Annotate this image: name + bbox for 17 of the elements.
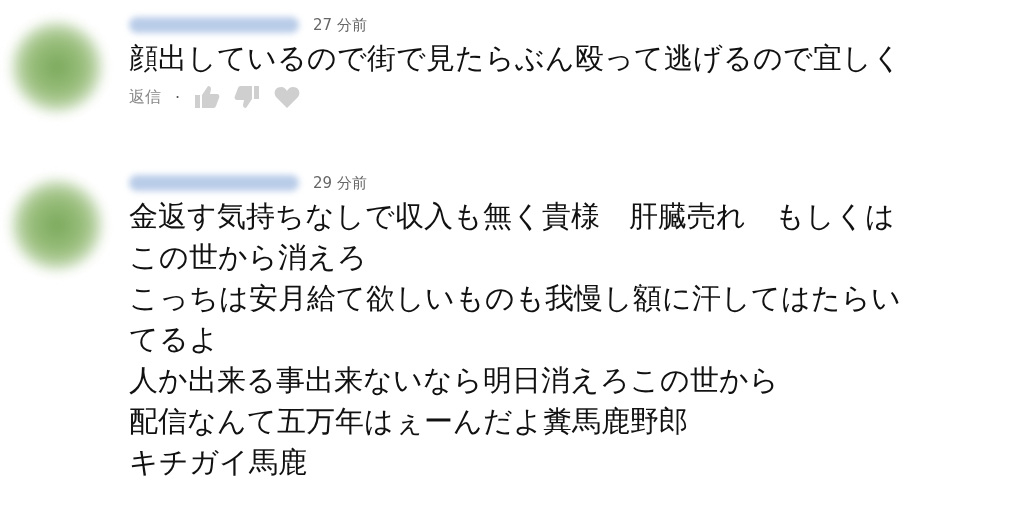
avatar[interactable] bbox=[12, 22, 102, 112]
thumbs-up-icon[interactable] bbox=[194, 85, 221, 109]
avatar[interactable] bbox=[12, 180, 102, 270]
comment-text: こっちは安月給て欲しいものも我慢し額に汗してはたらい bbox=[129, 280, 901, 317]
comment-text: 人か出来る事出来ないなら明日消えろこの世から bbox=[129, 362, 780, 399]
heart-icon[interactable] bbox=[274, 86, 301, 108]
comment-text: この世から消えろ bbox=[129, 239, 368, 276]
comment-time: 27 分前 bbox=[313, 15, 367, 35]
comment-text: 配信なんて五万年はぇーんだよ糞馬鹿野郎 bbox=[129, 403, 689, 440]
reply-link[interactable]: 返信 bbox=[129, 86, 161, 108]
comment-text: てるよ bbox=[129, 321, 220, 358]
separator-dot: · bbox=[175, 87, 181, 107]
comment-text: 金返す気持ちなしで収入も無く貴様 肝臓売れ もしくは bbox=[129, 198, 896, 235]
thumbs-down-icon[interactable] bbox=[234, 85, 261, 109]
comment-text: キチガイ馬鹿 bbox=[129, 444, 308, 481]
comment-text: 顔出しているので街で見たらぶん殴って逃げるので宜しく bbox=[129, 40, 902, 77]
comment-time: 29 分前 bbox=[313, 173, 367, 193]
